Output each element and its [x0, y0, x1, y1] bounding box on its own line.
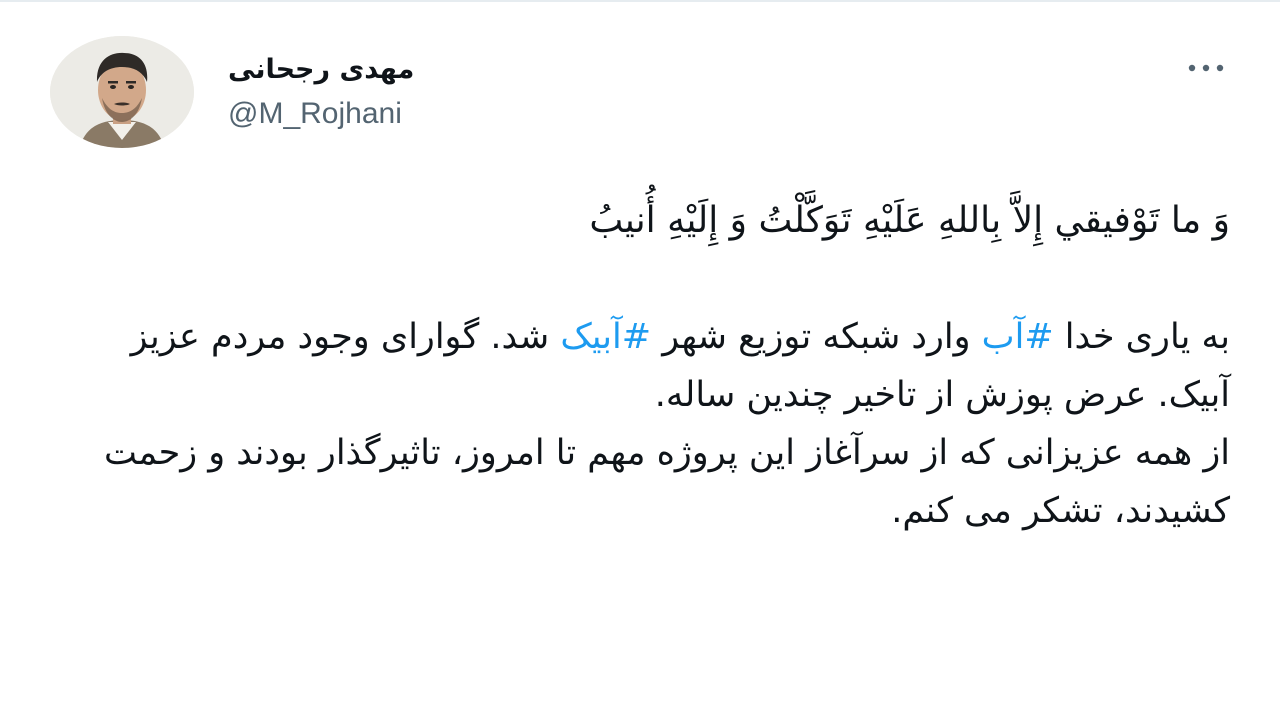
author-handle[interactable]: @M_Rojhani [228, 96, 402, 132]
avatar[interactable] [50, 36, 194, 148]
author-name[interactable]: مهدی رجحانی [228, 52, 414, 88]
more-horizontal-icon [1188, 64, 1224, 72]
person-photo-icon [50, 36, 194, 148]
hashtag-abyek-link[interactable]: #آبیک [560, 317, 651, 357]
more-options-button[interactable] [1180, 48, 1232, 88]
hashtag-ab-link[interactable]: #آب [982, 317, 1054, 357]
tweet-text-segment: به یاری خدا [1053, 317, 1230, 357]
tweet-text-segment: وارد شبکه توزیع شهر [651, 317, 982, 357]
tweet-text: وَ ما تَوْفيقي إِلاَّ بِاللهِ عَلَيْهِ ت… [60, 194, 1230, 540]
tweet-paragraph-2: از همه عزیزانی که از سرآغاز این پروژه مه… [103, 433, 1230, 531]
quran-verse: وَ ما تَوْفيقي إِلاَّ بِاللهِ عَلَيْهِ ت… [589, 200, 1230, 241]
tweet-card: مهدی رجحانی @M_Rojhani وَ ما تَوْفيقي إِ… [0, 0, 1280, 720]
tweet-paragraph-1: به یاری خدا #آب وارد شبکه توزیع شهر #آبی… [60, 308, 1230, 424]
